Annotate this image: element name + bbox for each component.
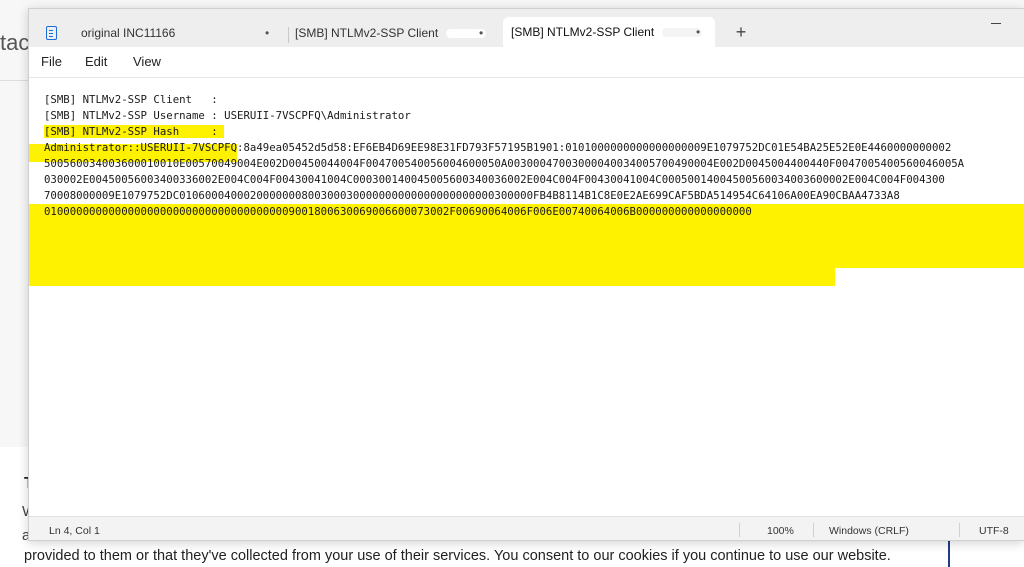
cursor-position[interactable]: Ln 4, Col 1 xyxy=(49,525,100,537)
text-editor[interactable]: [SMB] NTLMv2-SSP Client : [SMB] NTLMv2-S… xyxy=(29,78,1024,516)
new-tab-button[interactable]: + xyxy=(733,22,749,43)
status-separator xyxy=(959,523,960,537)
tab-label: [SMB] NTLMv2-SSP Client xyxy=(295,26,439,40)
background-accent-bar xyxy=(948,540,950,567)
unsaved-dot-icon[interactable]: • xyxy=(479,26,483,40)
menu-edit[interactable]: Edit xyxy=(85,54,107,69)
background-divider xyxy=(0,80,30,81)
editor-line: Administrator::USERUII-7VSCPFQ:8a49ea054… xyxy=(44,141,952,154)
zoom-level[interactable]: 100% xyxy=(767,525,794,537)
menu-file[interactable]: File xyxy=(41,54,62,69)
status-separator xyxy=(739,523,740,537)
tab-ntlm-client-1[interactable]: [SMB] NTLMv2-SSP Client • xyxy=(289,19,499,47)
status-bar: Ln 4, Col 1 100% Windows (CRLF) UTF-8 xyxy=(29,516,1024,540)
editor-line: 0100000000000000000000000000000000000090… xyxy=(44,205,752,218)
background-text-fragment: tac xyxy=(0,30,30,55)
menu-bar xyxy=(29,47,1024,77)
editor-line: 030002E00450056003400336002E004C004F0043… xyxy=(44,173,945,186)
editor-line: [SMB] NTLMv2-SSP Username : USERUII-7VSC… xyxy=(44,109,411,122)
unsaved-dot-icon[interactable]: • xyxy=(265,26,269,40)
line-ending[interactable]: Windows (CRLF) xyxy=(829,525,909,537)
minimize-icon[interactable] xyxy=(991,23,1001,24)
editor-line: 70008000009E1079752DC0106000400020000000… xyxy=(44,189,900,202)
highlight-band xyxy=(29,268,835,286)
unsaved-dot-icon[interactable]: • xyxy=(696,25,700,39)
tab-label: [SMB] NTLMv2-SSP Client xyxy=(511,25,655,39)
status-separator xyxy=(813,523,814,537)
encoding[interactable]: UTF-8 xyxy=(979,525,1009,537)
editor-line: [SMB] NTLMv2-SSP Hash : xyxy=(44,125,225,138)
editor-line: 500560034003600010010E00570049004E002D00… xyxy=(44,157,965,170)
notepad-icon xyxy=(46,26,57,40)
tab-original-inc11166[interactable]: original INC11166 • xyxy=(37,19,287,47)
redaction-mark xyxy=(224,93,317,105)
menu-view[interactable]: View xyxy=(133,54,161,69)
cookie-notice-text: provided to them or that they've collect… xyxy=(24,548,891,564)
notepad-window: original INC11166 • [SMB] NTLMv2-SSP Cli… xyxy=(28,8,1024,541)
title-bar: original INC11166 • [SMB] NTLMv2-SSP Cli… xyxy=(29,9,1024,47)
tab-ntlm-client-2-active[interactable]: [SMB] NTLMv2-SSP Client • xyxy=(503,17,715,47)
tab-label: original INC11166 xyxy=(81,26,176,40)
editor-line: [SMB] NTLMv2-SSP Client : xyxy=(44,92,317,108)
